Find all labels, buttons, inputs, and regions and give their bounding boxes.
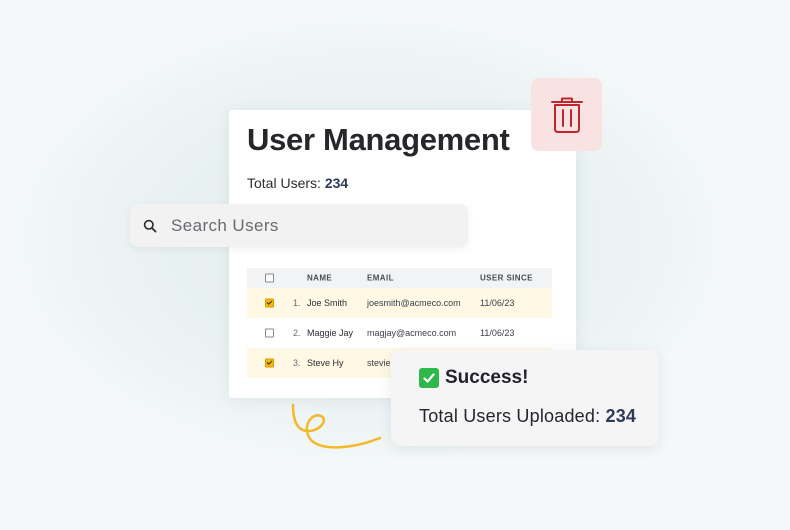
row-index: 2. [293, 328, 301, 338]
toast-title-text: Success! [445, 367, 529, 388]
row-checkbox[interactable] [265, 358, 274, 368]
row-index: 1. [293, 298, 301, 308]
decorative-squiggle [291, 403, 382, 449]
row-index: 3. [293, 358, 301, 368]
row-user-since: 11/06/23 [480, 298, 515, 308]
page-title: User Management [247, 122, 510, 157]
row-checkbox[interactable] [265, 298, 274, 308]
table-header: NAME EMAIL USER SINCE [247, 268, 552, 288]
row-name: Maggie Jay [307, 328, 354, 338]
column-header-name[interactable]: NAME [307, 274, 332, 283]
toast-title: Success! [419, 367, 528, 389]
delete-button[interactable] [531, 78, 602, 151]
row-email: magjay@acmeco.com [367, 328, 457, 338]
total-users-value: 234 [324, 175, 349, 191]
row-name: Joe Smith [307, 298, 348, 308]
trash-icon [550, 97, 583, 133]
column-header-email[interactable]: EMAIL [367, 274, 394, 283]
table-row[interactable]: 2. Maggie Jay magjay@acmeco.com 11/06/23 [247, 318, 552, 348]
search-input[interactable] [171, 215, 441, 236]
select-all-checkbox[interactable] [265, 273, 274, 283]
toast-message-label: Total Users Uploaded: [419, 406, 601, 426]
row-email: joesmith@acmeco.com [367, 298, 461, 308]
toast-message: Total Users Uploaded: 234 [419, 406, 636, 427]
total-users: Total Users: 234 [247, 175, 348, 191]
row-email: stevie [367, 358, 391, 368]
search-bar[interactable] [130, 204, 468, 247]
table-row[interactable]: 1. Joe Smith joesmith@acmeco.com 11/06/2… [247, 288, 552, 318]
column-header-user-since[interactable]: USER SINCE [480, 274, 533, 283]
check-mark-icon [419, 368, 439, 388]
row-checkbox[interactable] [265, 328, 274, 338]
toast-message-value: 234 [605, 406, 637, 426]
row-name: Steve Hy [307, 358, 344, 368]
success-toast: Success! Total Users Uploaded: 234 [391, 350, 659, 446]
row-user-since: 11/06/23 [480, 328, 515, 338]
total-users-label: Total Users: [247, 175, 321, 191]
search-icon [143, 219, 157, 232]
